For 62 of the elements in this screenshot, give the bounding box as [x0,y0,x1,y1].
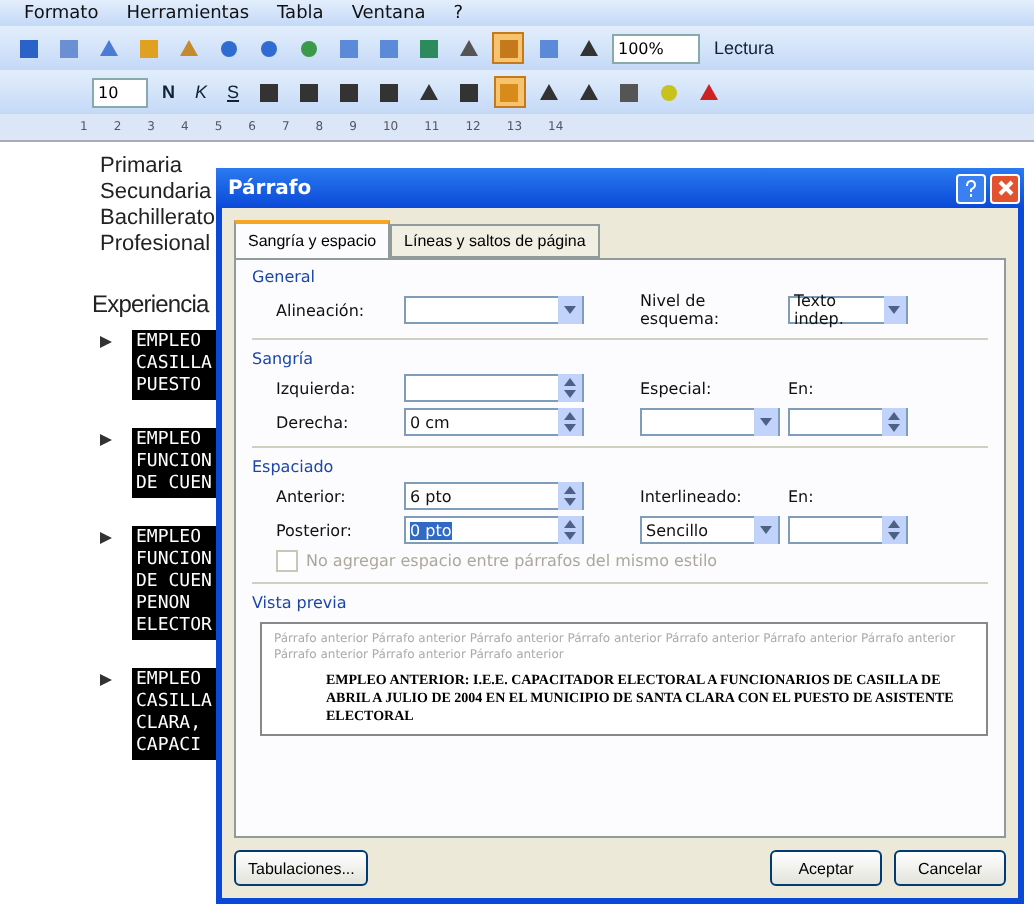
zoom-dropdown[interactable]: 100% [612,33,700,63]
tab[interactable]: Sangría y espacio [234,220,391,258]
document-text: Profesional [100,232,211,258]
close-icon [997,180,1013,196]
spinner-arrows-icon [564,412,576,432]
caret-icon [888,306,901,314]
spinner-arrows-icon [888,412,900,432]
document-heading: Experiencia [92,290,209,318]
tabs-button[interactable]: Tabulaciones... [234,850,369,886]
field-label: Izquierda: [276,379,358,397]
caret-icon [760,526,772,534]
spinner-arrows-icon [564,520,576,540]
field-label: Derecha: [276,413,351,431]
bullet-arrow-icon [100,532,112,544]
checkbox-label: No agregar espacio entre párrafos del mismo estilo [306,552,718,570]
caret-icon [760,418,772,426]
ok-button[interactable]: Aceptar [770,850,882,886]
spinner-arrows-icon [564,378,576,398]
menu-item[interactable]: Ventana [339,3,438,23]
field-label: Posterior: [276,521,354,539]
cancel-button[interactable]: Cancelar [894,850,1006,886]
at-field[interactable] [788,516,908,544]
menu-item[interactable]: Herramientas [114,3,262,23]
window-title: Párrafo [228,177,312,199]
bullet-arrow-icon [100,434,112,446]
menu-item[interactable]: ? [441,3,476,23]
document-text: Primaria [100,154,182,180]
bold-button[interactable]: N [156,76,181,108]
tab[interactable]: Líneas y saltos de página [390,224,600,258]
document-text: Secundaria [100,180,212,206]
bullet-arrow-icon [100,674,112,686]
section-heading: General [252,268,318,286]
right-indent-field[interactable]: 0 cm [404,408,584,436]
outline-level-dropdown[interactable]: Texto indep. [788,296,908,324]
close-button[interactable] [990,173,1020,203]
field-label: Interlineado: [640,487,744,505]
line-spacing-dropdown[interactable]: Sencillo [640,516,780,544]
menu-item[interactable]: Tabla [265,3,336,23]
alignment-dropdown[interactable] [404,296,584,324]
menu-item[interactable]: Formato [12,3,111,23]
field-label: Anterior: [276,487,348,505]
bullet-arrow-icon [100,336,112,348]
caret-icon [564,306,576,314]
special-dropdown[interactable] [640,408,780,436]
by-field[interactable] [788,408,908,436]
field-label: En: [788,379,816,397]
field-label: Alineación: [276,301,367,319]
underline-button[interactable]: S [221,76,246,108]
field-label: En: [788,487,816,505]
help-icon [964,179,978,197]
after-field[interactable]: 0 pto [404,516,584,544]
before-field[interactable]: 6 pto [404,482,584,510]
field-label: Especial: [640,379,714,397]
italic-button[interactable]: K [189,76,214,108]
spinner-arrows-icon [888,520,900,540]
spinner-arrows-icon [564,486,576,506]
help-button[interactable] [956,173,986,203]
font-size-dropdown[interactable]: 10 [92,77,148,107]
left-indent-field[interactable] [404,374,584,402]
field-label: Nivel de esquema: [640,292,722,328]
reading-button[interactable]: Lectura [708,32,781,64]
document-text: Bachillerato [100,206,215,232]
